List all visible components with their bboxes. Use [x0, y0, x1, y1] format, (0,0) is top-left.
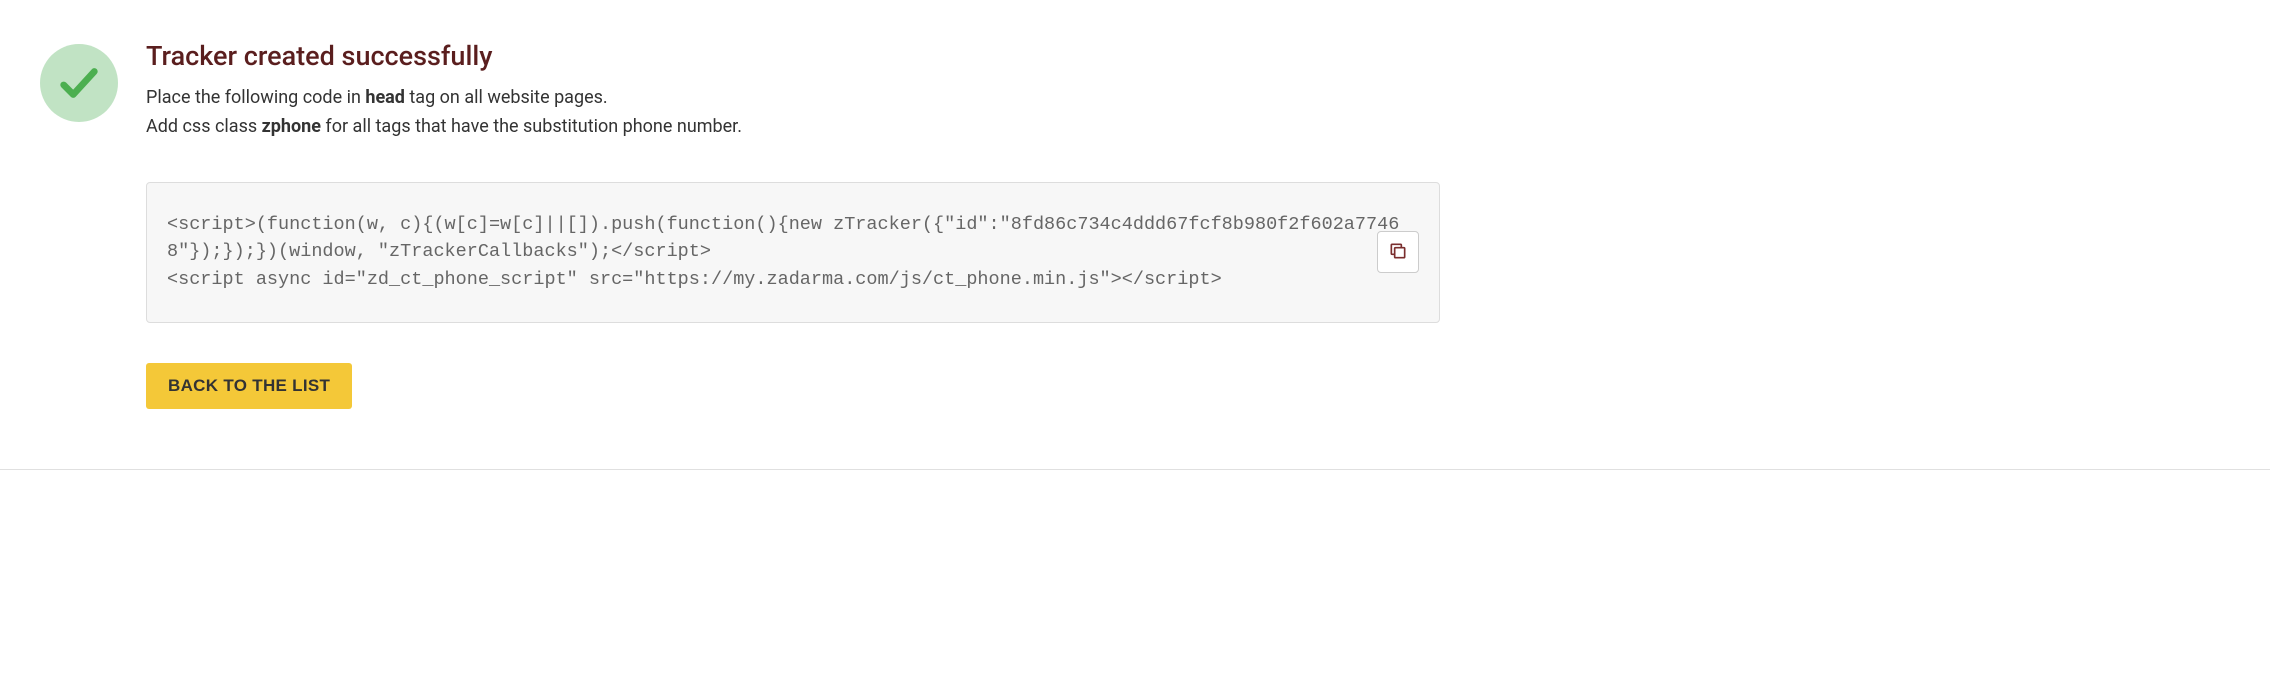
- copy-code-button[interactable]: [1377, 231, 1419, 273]
- page-title: Tracker created successfully: [146, 40, 1440, 72]
- divider: [0, 469, 2270, 470]
- instruction-line1-after: tag on all website pages.: [405, 87, 608, 108]
- instruction-line1-before: Place the following code in: [146, 87, 365, 108]
- success-check-icon: [40, 44, 118, 122]
- instruction-line2-bold: zphone: [262, 116, 321, 137]
- code-snippet-box: <script>(function(w, c){(w[c]=w[c]||[]).…: [146, 182, 1440, 323]
- instructions-text: Place the following code in head tag on …: [146, 84, 1440, 142]
- instruction-line2-after: for all tags that have the substitution …: [321, 116, 742, 137]
- copy-icon: [1388, 241, 1408, 264]
- instruction-line1-bold: head: [365, 87, 405, 108]
- code-snippet-text: <script>(function(w, c){(w[c]=w[c]||[]).…: [167, 211, 1419, 294]
- instruction-line2-before: Add css class: [146, 116, 262, 137]
- back-to-list-button[interactable]: BACK TO THE LIST: [146, 363, 352, 409]
